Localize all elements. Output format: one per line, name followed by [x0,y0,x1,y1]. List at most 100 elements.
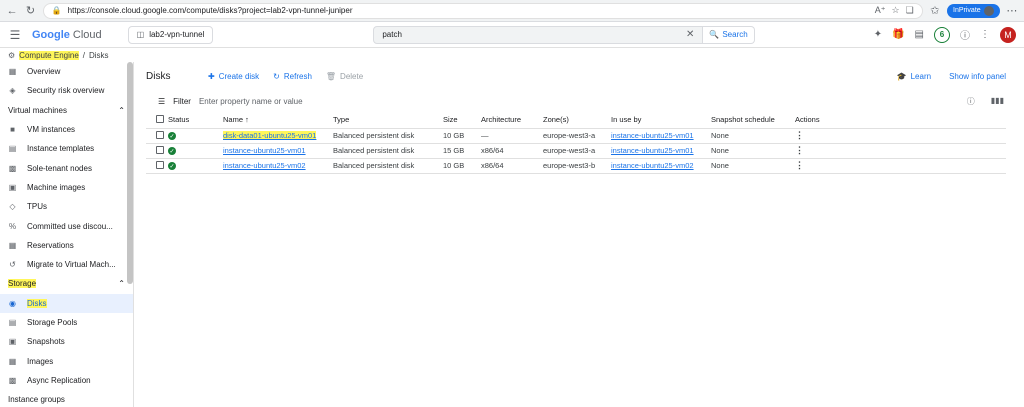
inprivate-badge[interactable]: InPrivate [947,3,1000,18]
sidebar-item-vm-instances[interactable]: ■ VM instances [0,120,133,139]
breadcrumb-compute-engine[interactable]: Compute Engine [19,50,79,60]
sort-up-icon: ↑ [245,115,249,125]
sidebar: ▦ Overview ◈ Security risk overview Virt… [0,62,134,407]
help-icon[interactable]: ⓘ [967,96,975,107]
header-snapshot-schedule[interactable]: Snapshot schedule [711,112,795,129]
architecture-cell: x86/64 [481,158,543,174]
more-icon[interactable]: ⋯ [1006,4,1018,18]
in-use-link[interactable]: instance-ubuntu25-vm02 [611,161,694,170]
sidebar-item-tpus[interactable]: ◇ TPUs [0,197,133,216]
filter-icon: ☰ [158,96,166,106]
header-name[interactable]: Name ↑ [223,112,333,129]
tpu-icon: ◇ [9,202,16,212]
learn-label: Learn [910,71,932,81]
check-circle-icon: ✓ [168,132,176,141]
sidebar-item-images[interactable]: ▦ Images [0,351,133,370]
sidebar-section-virtual-machines[interactable]: Virtual machines ⌃ [0,101,133,120]
row-checkbox[interactable] [156,145,164,154]
sidebar-item-machine-images[interactable]: ▣ Machine images [0,178,133,197]
header-in-use-by[interactable]: In use by [611,112,711,129]
sidebar-item-storage-pools[interactable]: ▤ Storage Pools [0,313,133,332]
sidebar-item-committed-use[interactable]: % Committed use discou... [0,216,133,235]
search-button[interactable]: 🔍 Search [703,25,755,44]
project-icon: ◫ [136,30,145,39]
header-type[interactable]: Type [333,112,443,129]
account-avatar[interactable]: M [1000,26,1016,43]
sidebar-item-migrate[interactable]: ↺ Migrate to Virtual Mach... [0,255,133,274]
sidebar-item-label: Images [27,356,54,366]
type-cell: Balanced persistent disk [333,128,443,144]
show-info-panel-button[interactable]: Show info panel [949,72,1006,81]
header-size[interactable]: Size [443,112,481,129]
google-cloud-logo[interactable]: Google Cloud [32,29,102,41]
notifications-badge[interactable]: 6 [934,26,950,43]
disk-name-link[interactable]: instance-ubuntu25-vm01 [223,146,306,155]
logo-google-text: Google [32,28,70,41]
architecture-cell: x86/64 [481,143,543,159]
sidebar-item-reservations[interactable]: ▦ Reservations [0,236,133,255]
row-checkbox[interactable] [156,160,164,169]
help-icon[interactable]: ⓘ [960,27,970,42]
sidebar-item-security-risk[interactable]: ◈ Security risk overview [0,81,133,100]
filter-input[interactable]: Enter property name or value [199,97,303,106]
add-icon: ✚ [208,71,215,81]
replication-icon: ▩ [8,375,17,385]
more-actions-icon[interactable]: ⋮ [795,145,804,155]
sidebar-item-async-replication[interactable]: ▩ Async Replication [0,371,133,390]
disk-name-link[interactable]: disk-data01-ubuntu25-vm01 [223,131,317,140]
in-use-cell: instance-ubuntu25-vm01 [611,128,711,144]
name-cell: instance-ubuntu25-vm02 [223,158,333,174]
search-button-label: Search [722,30,748,39]
sidebar-section-instance-groups[interactable]: Instance groups [0,390,133,407]
address-bar[interactable]: 🔒 https://console.cloud.google.com/compu… [42,2,923,19]
more-actions-icon[interactable]: ⋮ [795,130,804,140]
in-use-link[interactable]: instance-ubuntu25-vm01 [611,146,694,155]
header-status[interactable]: Status [168,112,223,129]
back-icon[interactable]: ← [6,4,18,18]
gemini-icon[interactable]: ✦ [874,29,882,40]
profile-avatar [983,5,994,16]
favorite-icon[interactable]: ☆ [892,5,900,16]
sidebar-item-instance-templates[interactable]: ▤ Instance templates [0,139,133,158]
row-checkbox[interactable] [156,130,164,139]
create-disk-button[interactable]: ✚ Create disk [208,72,259,81]
search-input[interactable]: patch ✕ [373,25,704,44]
zone-cell: europe-west3-b [543,158,611,174]
toolbar-right: 🎓 Learn Show info panel [897,72,1024,81]
more-vert-icon[interactable]: ⋮ [980,29,990,40]
url-text: https://console.cloud.google.com/compute… [67,6,353,15]
select-all-checkbox[interactable] [156,114,164,123]
reload-icon[interactable]: ↻ [24,4,36,18]
favorites-bar-icon[interactable]: ✩ [929,4,941,18]
gift-icon[interactable]: 🎁 [892,29,904,40]
disk-name-link[interactable]: instance-ubuntu25-vm02 [223,161,306,170]
project-picker-button[interactable]: ◫ lab2-vpn-tunnel [127,25,214,44]
sidebar-scrollbar[interactable] [127,62,133,284]
column-display-icon[interactable]: ▮▮▮ [991,96,1004,107]
zone-cell: europe-west3-a [543,143,611,159]
inprivate-label: InPrivate [953,7,981,14]
sidebar-item-label: Overview [27,67,61,77]
clear-search-icon[interactable]: ✕ [686,29,694,40]
sidebar-item-snapshots[interactable]: ▣ Snapshots [0,332,133,351]
header-architecture[interactable]: Architecture [481,112,543,129]
more-actions-icon[interactable]: ⋮ [795,160,804,170]
hamburger-menu-icon[interactable]: ☰ [8,28,22,42]
header-zones[interactable]: Zone(s) [543,112,611,129]
cloud-shell-icon[interactable]: ▤ [915,29,924,40]
read-aloud-icon[interactable]: A⁺ [875,5,886,16]
sidebar-item-label: Disks [27,298,47,308]
sidebar-section-storage[interactable]: Storage ⌃ [0,274,133,293]
page-title: Disks [146,70,171,82]
learn-button[interactable]: 🎓 Learn [897,72,931,81]
sidebar-item-disks[interactable]: ◉ Disks [0,293,133,313]
filter-bar[interactable]: ☰ Filter Enter property name or value ⓘ … [146,90,1024,112]
row-select-cell [146,143,168,159]
sidebar-item-overview[interactable]: ▦ Overview [0,62,133,81]
delete-button[interactable]: 🗑 Delete [326,72,363,81]
refresh-button[interactable]: ↻ Refresh [273,72,312,81]
collections-icon[interactable]: ❏ [906,5,914,16]
sidebar-item-sole-tenant-nodes[interactable]: ▩ Sole-tenant nodes [0,158,133,177]
section-title: Storage [8,279,37,289]
in-use-link[interactable]: instance-ubuntu25-vm01 [611,131,694,140]
